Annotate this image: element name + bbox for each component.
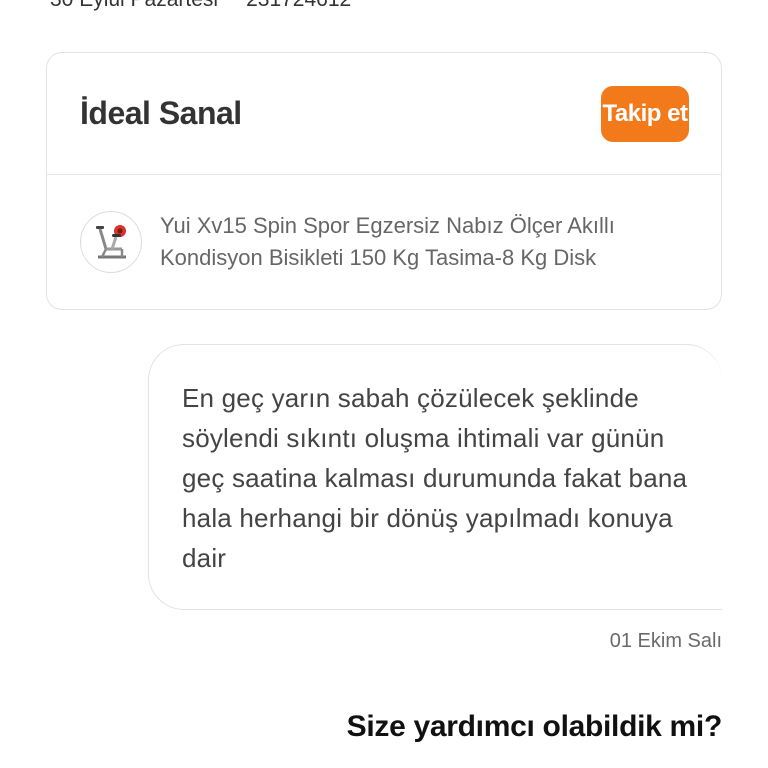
store-name[interactable]: İdeal Sanal (80, 95, 242, 132)
product-thumbnail[interactable] (80, 211, 142, 273)
message-text: En geç yarın sabah çözülecek şeklinde sö… (182, 383, 688, 573)
help-question: Size yardımcı olabildik mi? (346, 710, 723, 743)
order-meta: 30 Eylül Pazartesi 231724612 (50, 0, 351, 12)
message-bubble: En geç yarın sabah çözülecek şeklinde sö… (148, 344, 722, 610)
product-row[interactable]: Yui Xv15 Spin Spor Egzersiz Nabız Ölçer … (47, 175, 721, 309)
order-date: 30 Eylül Pazartesi (50, 0, 218, 12)
message-timestamp: 01 Ekim Salı (609, 630, 722, 652)
store-header: İdeal Sanal Takip et (47, 53, 721, 175)
follow-button[interactable]: Takip et (601, 85, 689, 142)
store-card: İdeal Sanal Takip et Yui Xv15 Spin Spor … (46, 52, 722, 310)
product-title[interactable]: Yui Xv15 Spin Spor Egzersiz Nabız Ölçer … (160, 210, 693, 274)
exercise-bike-icon (96, 225, 126, 259)
order-number: 231724612 (246, 0, 351, 12)
